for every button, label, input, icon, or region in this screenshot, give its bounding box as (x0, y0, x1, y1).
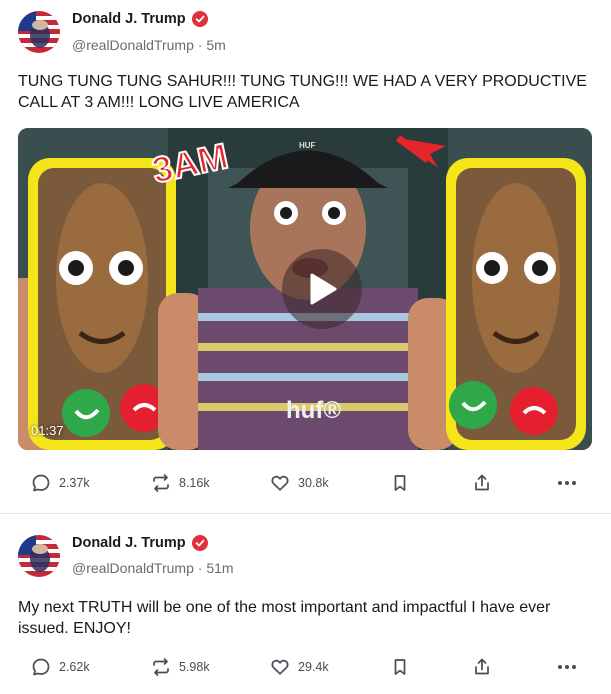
bookmark-button[interactable] (390, 652, 410, 682)
bookmark-button[interactable] (390, 468, 410, 498)
like-count: 30.8k (298, 476, 329, 490)
retruth-button[interactable]: 8.16k (151, 468, 210, 498)
author-handle[interactable]: @realDonaldTrump (72, 37, 194, 53)
post-text: TUNG TUNG TUNG SAHUR!!! TUNG TUNG!!! WE … (18, 73, 587, 111)
shirt-logo: huf® (286, 397, 341, 424)
more-options-button[interactable] (556, 652, 578, 682)
retruth-button[interactable]: 5.98k (151, 652, 210, 682)
like-count: 29.4k (298, 660, 329, 674)
play-button[interactable] (282, 249, 362, 329)
author-meta: @realDonaldTrump · 5m (72, 37, 226, 53)
post-text: My next TRUTH will be one of the most im… (18, 599, 551, 637)
post-time[interactable]: 5m (206, 37, 225, 53)
verified-badge-icon (191, 535, 208, 551)
reply-button[interactable]: 2.62k (31, 652, 90, 682)
retruth-count: 5.98k (179, 660, 210, 674)
reply-icon (32, 474, 50, 492)
heart-icon (271, 659, 289, 675)
verified-badge-icon (191, 11, 208, 27)
more-icon (558, 665, 576, 669)
avatar[interactable] (18, 535, 60, 577)
share-icon (475, 474, 489, 491)
share-button[interactable] (472, 652, 492, 682)
post-actions: 2.62k 5.98k 29.4k (0, 652, 611, 682)
retruth-icon (153, 474, 169, 492)
reply-count: 2.62k (59, 660, 90, 674)
reply-icon (32, 658, 50, 676)
video-thumbnail[interactable]: huf® HUF 3AM 01:37 (18, 128, 592, 450)
heart-icon (271, 475, 289, 491)
post: Donald J. Trump @realDonaldTrump · 5m TU… (0, 0, 611, 514)
play-icon (310, 273, 337, 305)
author-handle[interactable]: @realDonaldTrump (72, 560, 194, 576)
retruth-count: 8.16k (179, 476, 210, 490)
post-time[interactable]: 51m (206, 560, 233, 576)
avatar[interactable] (18, 11, 60, 53)
author-name[interactable]: Donald J. Trump (72, 535, 186, 551)
more-icon (558, 481, 576, 485)
share-button[interactable] (472, 468, 492, 498)
reply-count: 2.37k (59, 476, 90, 490)
post: Donald J. Trump @realDonaldTrump · 51m M… (0, 515, 611, 694)
like-button[interactable]: 30.8k (270, 468, 329, 498)
bookmark-icon (394, 659, 406, 675)
more-options-button[interactable] (556, 468, 578, 498)
reply-button[interactable]: 2.37k (31, 468, 90, 498)
author-name[interactable]: Donald J. Trump (72, 11, 186, 27)
retruth-icon (153, 658, 169, 676)
bookmark-icon (394, 475, 406, 491)
like-button[interactable]: 29.4k (270, 652, 329, 682)
cap-logo: HUF (299, 141, 316, 150)
video-duration: 01:37 (31, 423, 64, 438)
share-icon (475, 658, 489, 675)
author-meta: @realDonaldTrump · 51m (72, 560, 234, 576)
post-actions: 2.37k 8.16k 30.8k (0, 468, 611, 498)
